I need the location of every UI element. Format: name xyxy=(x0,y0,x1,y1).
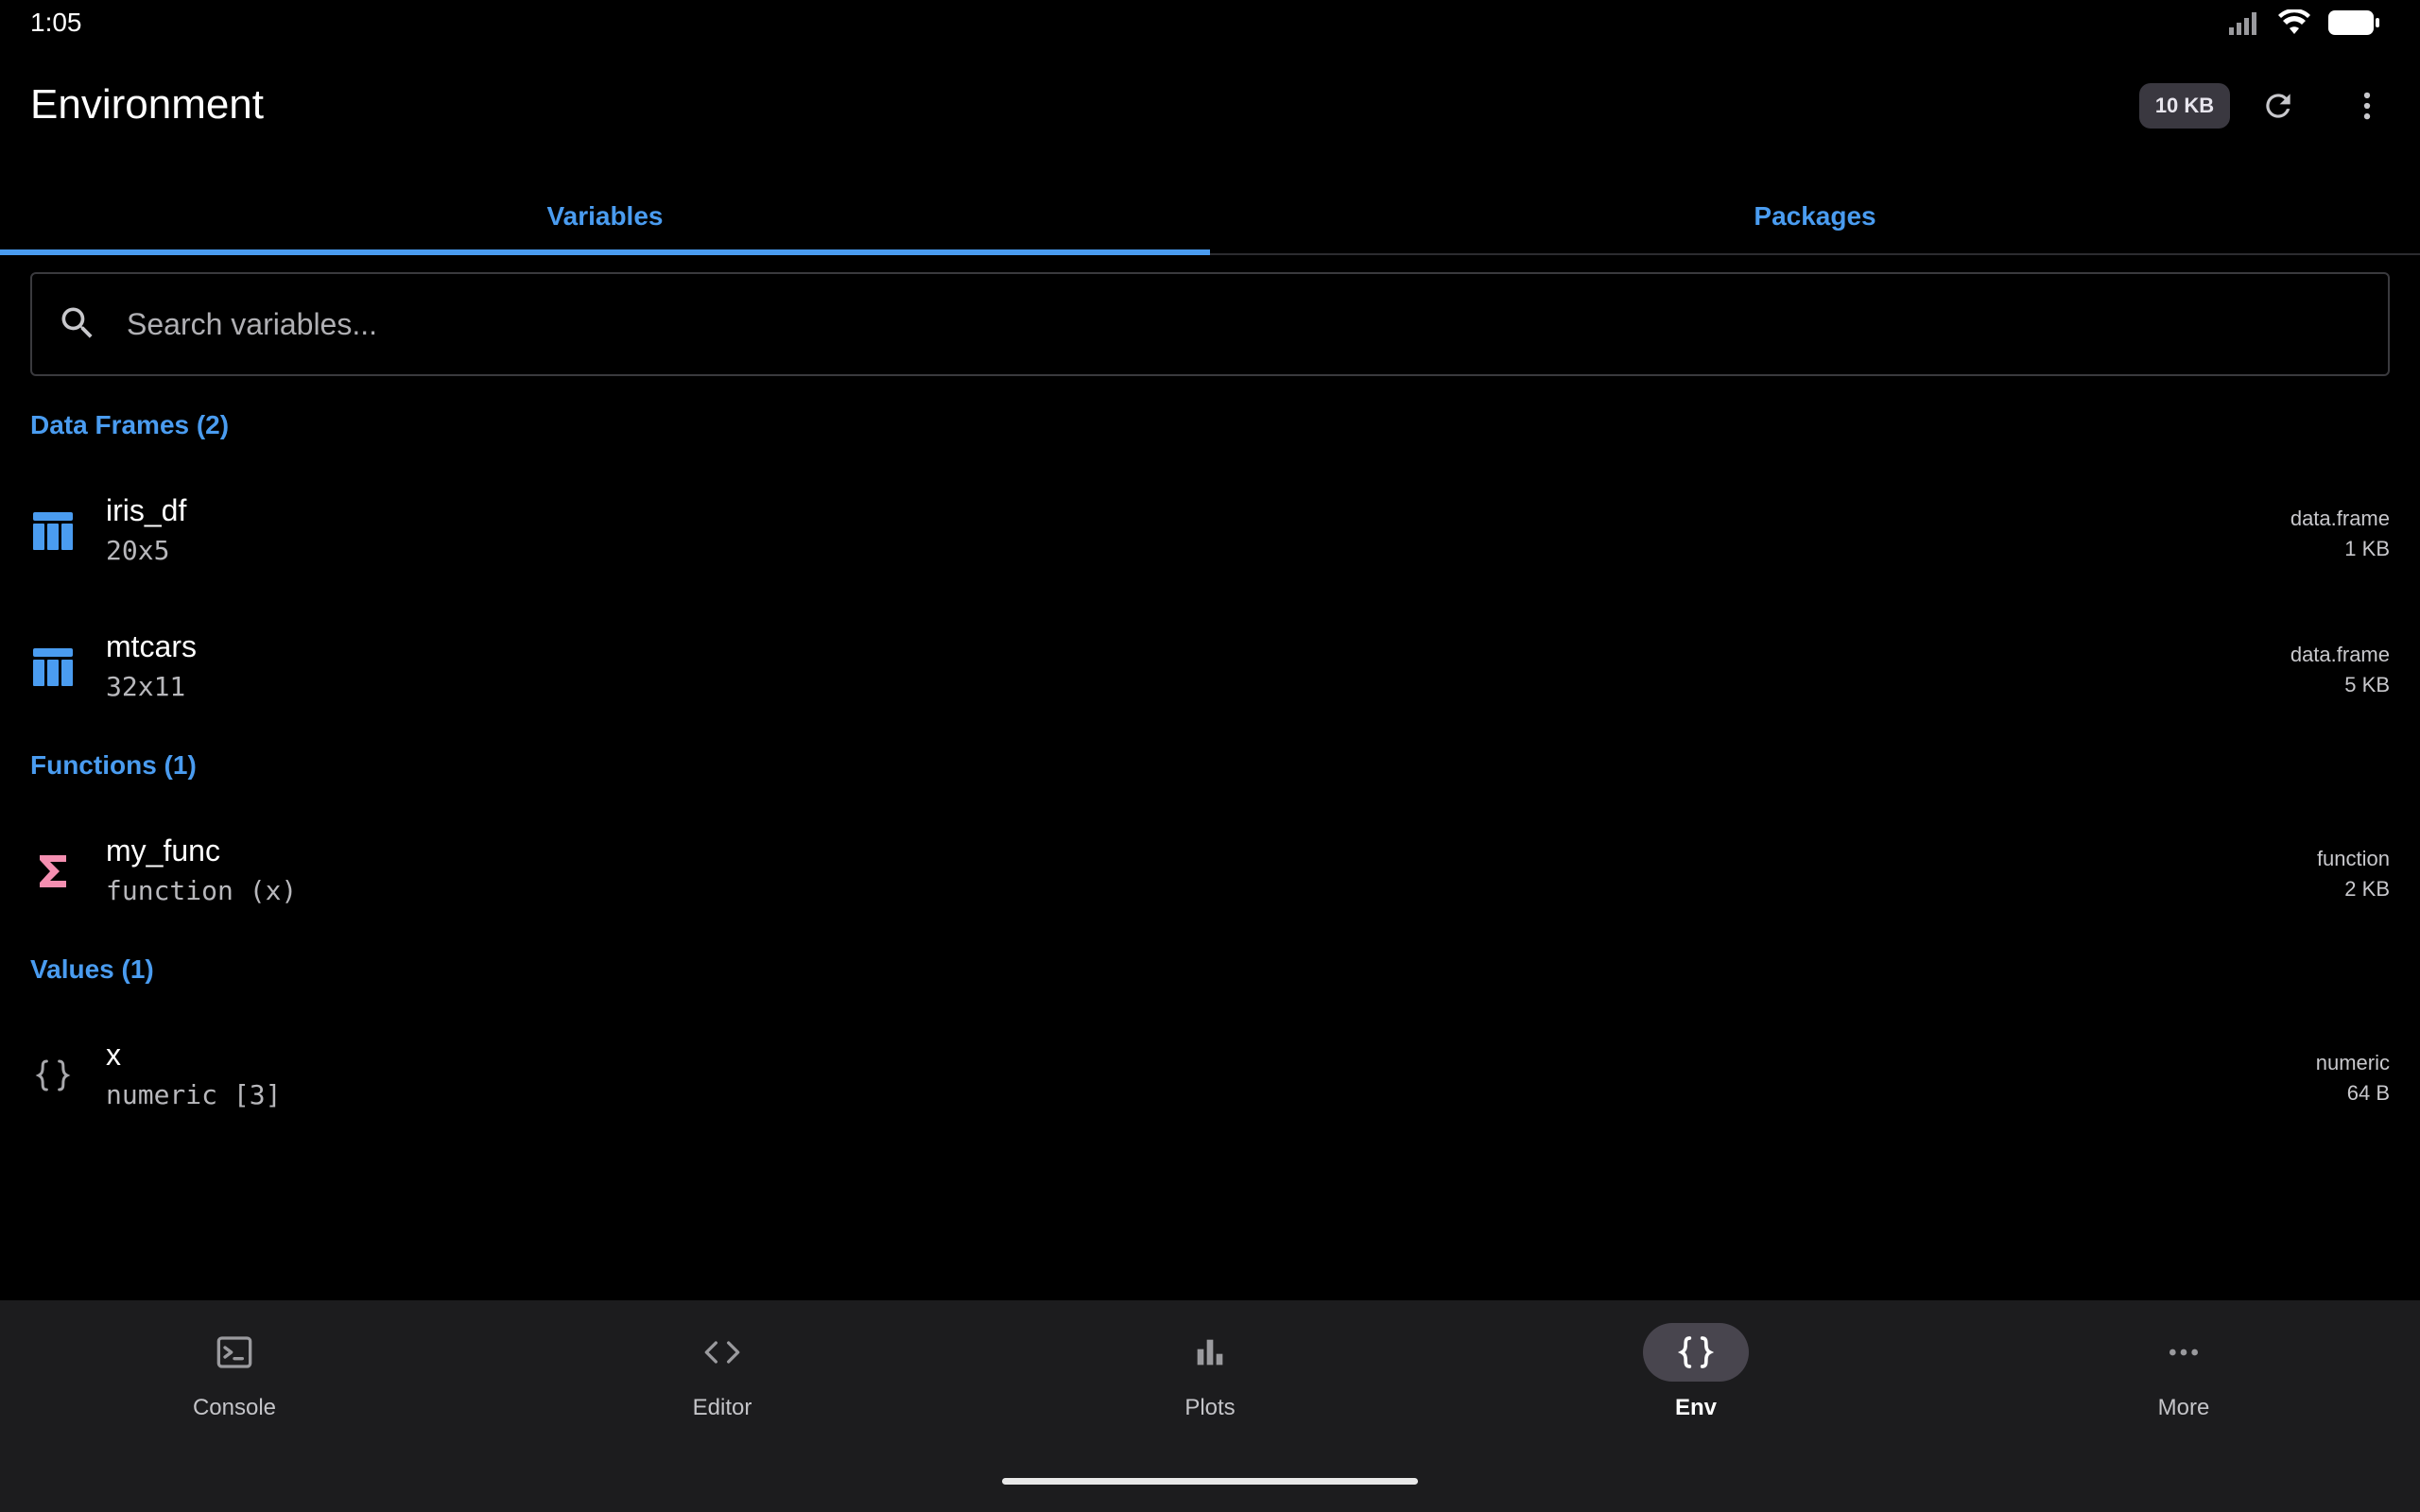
refresh-button[interactable] xyxy=(2254,81,2303,130)
nav-plots[interactable]: Plots xyxy=(1106,1323,1314,1446)
braces-icon xyxy=(30,1053,76,1098)
page-title: Environment xyxy=(30,81,265,128)
variable-size: 5 KB xyxy=(2344,673,2390,696)
status-icons xyxy=(2229,9,2380,36)
more-horizontal-icon xyxy=(2169,1349,2198,1356)
braces-icon xyxy=(1677,1336,1715,1368)
status-bar: 1:05 xyxy=(0,0,2420,45)
table-icon xyxy=(30,508,76,554)
memory-usage-chip: 10 KB xyxy=(2139,83,2230,129)
variable-size: 1 KB xyxy=(2344,537,2390,560)
refresh-icon xyxy=(2266,94,2290,118)
variable-row-my-func[interactable]: my_func function (x) function 2 KB xyxy=(0,811,2420,924)
variable-description: 32x11 xyxy=(106,671,186,702)
variable-type: function xyxy=(2316,847,2390,870)
variable-row-mtcars[interactable]: mtcars 32x11 data.frame 5 KB xyxy=(0,607,2420,720)
tab-bar: Variables Packages xyxy=(0,180,2420,255)
variable-name: my_func xyxy=(106,833,220,868)
battery-icon xyxy=(2327,9,2380,36)
tab-packages[interactable]: Packages xyxy=(1210,180,2420,253)
sigma-icon xyxy=(30,849,76,894)
variable-name: x xyxy=(106,1038,121,1072)
nav-label: Plots xyxy=(1184,1395,1236,1420)
variable-size: 64 B xyxy=(2346,1081,2390,1105)
variable-name: mtcars xyxy=(106,629,197,663)
bottom-navigation: Console Editor Plots Env More xyxy=(0,1300,2420,1512)
nav-console[interactable]: Console xyxy=(130,1323,338,1446)
wifi-icon xyxy=(2278,9,2310,36)
search-input[interactable] xyxy=(127,274,2358,374)
nav-label: More xyxy=(2157,1395,2210,1420)
cellular-signal-icon xyxy=(2229,10,2261,35)
overflow-menu-button[interactable] xyxy=(2342,81,2392,130)
status-time: 1:05 xyxy=(30,8,82,37)
variable-name: iris_df xyxy=(106,493,187,527)
code-icon xyxy=(704,1341,740,1364)
variable-description: 20x5 xyxy=(106,535,170,566)
nav-editor[interactable]: Editor xyxy=(618,1323,826,1446)
nav-label: Env xyxy=(1674,1395,1717,1420)
variable-row-iris-df[interactable]: iris_df 20x5 data.frame 1 KB xyxy=(0,471,2420,584)
search-box xyxy=(30,272,2390,376)
nav-label: Editor xyxy=(692,1395,752,1420)
nav-env[interactable]: Env xyxy=(1592,1323,1800,1446)
variable-type: data.frame xyxy=(2290,507,2390,530)
more-vertical-icon xyxy=(2363,92,2371,120)
section-header-data-frames: Data Frames (2) xyxy=(30,410,230,439)
nav-more[interactable]: More xyxy=(2080,1323,2288,1446)
variable-description: numeric [3] xyxy=(106,1079,282,1110)
app-bar: Environment 10 KB xyxy=(0,57,2420,155)
home-indicator[interactable] xyxy=(1002,1478,1418,1485)
variable-size: 2 KB xyxy=(2344,877,2390,901)
variable-description: function (x) xyxy=(106,875,298,906)
nav-label: Console xyxy=(192,1395,277,1420)
terminal-icon xyxy=(216,1336,252,1368)
bar-chart-icon xyxy=(1197,1339,1223,1366)
variable-type: numeric xyxy=(2315,1051,2390,1074)
section-header-functions: Functions (1) xyxy=(30,750,197,780)
variable-row-x[interactable]: x numeric [3] numeric 64 B xyxy=(0,1015,2420,1128)
variable-type: data.frame xyxy=(2290,643,2390,666)
section-header-values: Values (1) xyxy=(30,954,154,984)
tab-variables[interactable]: Variables xyxy=(0,180,1210,255)
search-icon xyxy=(57,302,98,349)
table-icon xyxy=(30,644,76,690)
